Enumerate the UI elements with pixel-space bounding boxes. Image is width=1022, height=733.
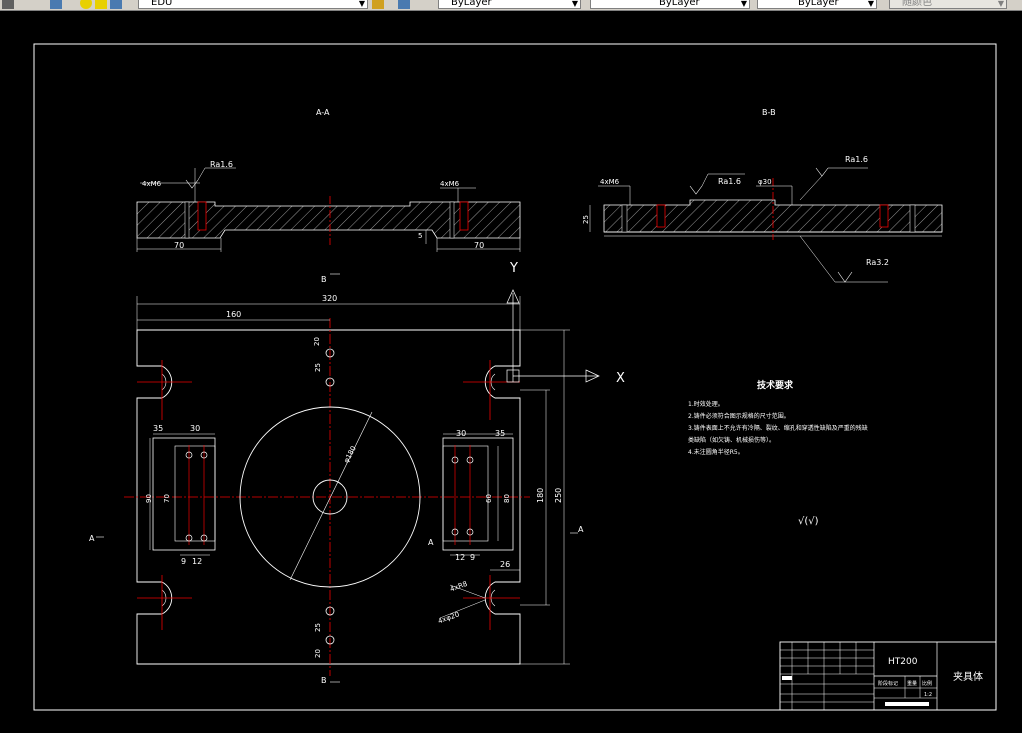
dim-30-right: 30 bbox=[456, 429, 466, 438]
dim-12-left: 12 bbox=[192, 557, 202, 566]
note-radius: 4xR8 bbox=[449, 580, 469, 594]
section-label-a-inner: A bbox=[428, 538, 434, 547]
color-label: ByLayer bbox=[451, 0, 492, 8]
dim-35-left: 35 bbox=[153, 424, 163, 433]
color-dropdown[interactable]: ByLayer ▼ bbox=[438, 0, 581, 9]
section-label-b-top: B bbox=[321, 275, 327, 284]
lineweight-dropdown[interactable]: ByLayer ▼ bbox=[757, 0, 877, 9]
tech-item-1: 1.时效处理。 bbox=[688, 400, 724, 408]
title-weight-label: 重量 bbox=[907, 680, 917, 687]
chevron-down-icon: ▼ bbox=[867, 0, 874, 8]
aa-roughness-left: Ra1.6 bbox=[210, 160, 233, 169]
section-label-a-left: A bbox=[89, 534, 95, 543]
aa-hole-note-right: 4xM6 bbox=[440, 180, 460, 188]
dim-half-width: 160 bbox=[226, 310, 241, 319]
layer-states-icon[interactable] bbox=[50, 0, 62, 9]
dim-80-right: 80 bbox=[503, 494, 511, 503]
drawing-canvas[interactable]: A-A B-B 4xM6 Ra1.6 4xM6 70 70 5 25 4xM6 … bbox=[0, 10, 1022, 733]
layer-dropdown[interactable]: EDU ▼ bbox=[138, 0, 368, 9]
aa-dim-left-70: 70 bbox=[174, 241, 184, 250]
axis-y-label: Y bbox=[509, 261, 518, 276]
dim-70-left: 70 bbox=[163, 494, 171, 503]
title-part-name: 夹具体 bbox=[953, 670, 983, 683]
dim-25-bottom: 25 bbox=[314, 623, 322, 632]
dim-25-top: 25 bbox=[314, 363, 322, 372]
layer-previous-icon[interactable] bbox=[398, 0, 410, 9]
dia-large: φ180 bbox=[342, 445, 358, 465]
tech-item-4: 类缺陷（如欠铸、机械损伤等）。 bbox=[688, 436, 775, 444]
chevron-down-icon: ▼ bbox=[358, 0, 365, 8]
tech-item-3: 3.铸件表面上不允许有冷隔、裂纹、缩孔和穿透性缺陷及严重的残缺 bbox=[688, 424, 868, 432]
tech-requirements: 技术要求 1.时效处理。 2.铸件必须符合图示规格的尺寸范围。 3.铸件表面上不… bbox=[688, 379, 868, 527]
tech-item-5: 4.未注圆角半径R5。 bbox=[688, 448, 744, 456]
section-aa-view bbox=[136, 167, 521, 252]
section-label-b-bottom: B bbox=[321, 676, 327, 685]
dim-12-right: 12 bbox=[455, 553, 465, 562]
dim-20-top: 20 bbox=[313, 337, 321, 346]
note-phi: 4xφ20 bbox=[437, 610, 461, 625]
section-label-a-right: A bbox=[578, 525, 584, 534]
chevron-down-icon: ▼ bbox=[740, 0, 747, 8]
plotstyle-label: 随颜色 bbox=[902, 0, 932, 8]
chevron-down-icon: ▼ bbox=[997, 0, 1004, 8]
axis-x-label: X bbox=[616, 371, 625, 386]
section-bb-label: B-B bbox=[762, 108, 776, 117]
make-current-icon[interactable] bbox=[372, 0, 384, 9]
aa-dim-right-70: 70 bbox=[474, 241, 484, 250]
dim-total-width: 320 bbox=[322, 294, 337, 303]
bb-dia-note: φ30 bbox=[758, 178, 772, 186]
dim-180: 180 bbox=[536, 488, 545, 503]
dim-60-right: 60 bbox=[485, 494, 493, 503]
title-stage-label: 阶段标记 bbox=[878, 680, 898, 687]
bb-roughness-top: Ra1.6 bbox=[845, 155, 868, 164]
drawing-border bbox=[33, 43, 997, 711]
tech-item-2: 2.铸件必须符合图示规格的尺寸范围。 bbox=[688, 412, 790, 420]
dim-9-right: 9 bbox=[470, 553, 475, 562]
linetype-dropdown[interactable]: ByLayer ▼ bbox=[590, 0, 750, 9]
roughness-symbol: √(√) bbox=[798, 516, 819, 527]
tech-requirements-title: 技术要求 bbox=[757, 379, 794, 391]
title-scale-label: 比例 bbox=[922, 680, 932, 687]
layer-name: EDU bbox=[151, 0, 173, 8]
bulb-icon[interactable] bbox=[80, 0, 92, 9]
plan-view bbox=[96, 273, 600, 683]
chevron-down-icon: ▼ bbox=[571, 0, 578, 8]
aa-dim-depth: 5 bbox=[418, 232, 422, 240]
dim-250: 250 bbox=[554, 488, 563, 503]
layer-manager-icon[interactable] bbox=[2, 0, 14, 9]
title-sheet: 1:2 bbox=[924, 692, 932, 698]
linetype-label: ByLayer bbox=[659, 0, 700, 8]
dim-26: 26 bbox=[500, 560, 510, 569]
dim-35-right: 35 bbox=[495, 429, 505, 438]
dim-90-left: 90 bbox=[145, 494, 153, 503]
dim-20-bottom: 20 bbox=[314, 649, 322, 658]
bb-roughness-bottom: Ra3.2 bbox=[866, 258, 889, 267]
lock-icon[interactable] bbox=[110, 0, 122, 9]
bb-roughness-mid: Ra1.6 bbox=[718, 177, 741, 186]
title-material: HT200 bbox=[888, 657, 918, 667]
bb-dim-thickness: 25 bbox=[582, 215, 590, 224]
dim-30-left: 30 bbox=[190, 424, 200, 433]
section-aa-label: A-A bbox=[316, 108, 330, 117]
dim-9-left: 9 bbox=[181, 557, 186, 566]
aa-hole-note: 4xM6 bbox=[142, 180, 162, 188]
bb-hole-note: 4xM6 bbox=[600, 178, 620, 186]
lineweight-label: ByLayer bbox=[798, 0, 839, 8]
plotstyle-dropdown[interactable]: 随颜色 ▼ bbox=[889, 0, 1007, 9]
sun-icon[interactable] bbox=[95, 0, 107, 9]
